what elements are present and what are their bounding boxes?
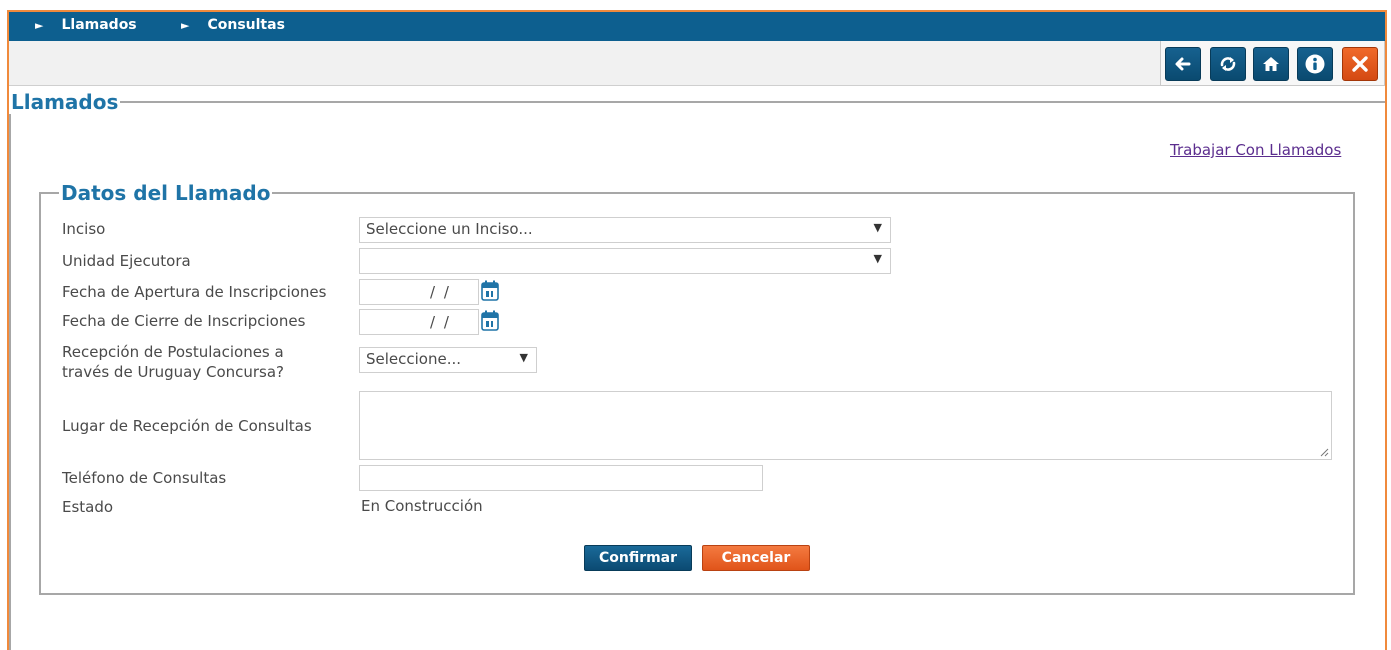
cancelar-button[interactable]: Cancelar bbox=[702, 545, 810, 571]
fecha-apertura-value: / / bbox=[430, 283, 451, 301]
arrow-left-icon bbox=[1175, 57, 1191, 71]
section-title: Llamados bbox=[11, 90, 119, 114]
info-button[interactable] bbox=[1297, 47, 1333, 81]
telefono-label: Teléfono de Consultas bbox=[62, 469, 227, 487]
inciso-value: Seleccione un Inciso... bbox=[366, 220, 533, 238]
chevron-down-icon: ▼ bbox=[873, 221, 882, 234]
datos-del-llamado-fieldset: Datos del Llamado bbox=[39, 181, 1355, 595]
recepcion-label: Recepción de Postulaciones a través de U… bbox=[62, 342, 284, 382]
recepcion-label-line1: Recepción de Postulaciones a bbox=[62, 343, 284, 361]
back-button[interactable] bbox=[1165, 47, 1201, 81]
form-legend: Datos del Llamado bbox=[61, 181, 271, 205]
play-arrow-icon: ► bbox=[181, 19, 190, 32]
fecha-apertura-input[interactable]: / / bbox=[359, 279, 479, 305]
breadcrumb-label: Llamados bbox=[61, 17, 137, 33]
refresh-button[interactable] bbox=[1210, 47, 1246, 81]
fecha-cierre-label: Fecha de Cierre de Inscripciones bbox=[62, 312, 306, 330]
breadcrumb: ► Llamados ► Consultas bbox=[9, 12, 1385, 41]
breadcrumb-item-consultas[interactable]: ► Consultas bbox=[181, 17, 285, 33]
fecha-cierre-value: / / bbox=[430, 313, 451, 331]
inciso-select[interactable]: Seleccione un Inciso... ▼ bbox=[359, 217, 891, 243]
close-icon bbox=[1352, 56, 1368, 72]
estado-value: En Construcción bbox=[361, 497, 483, 515]
unidad-ejecutora-label: Unidad Ejecutora bbox=[62, 252, 191, 270]
resize-handle-icon[interactable] bbox=[1319, 447, 1329, 457]
recepcion-value: Seleccione... bbox=[366, 350, 462, 368]
home-icon bbox=[1263, 57, 1279, 71]
inciso-label: Inciso bbox=[62, 220, 106, 238]
close-button[interactable] bbox=[1342, 47, 1378, 81]
telefono-input[interactable] bbox=[359, 465, 763, 491]
lugar-textarea[interactable] bbox=[359, 391, 1332, 460]
home-button[interactable] bbox=[1253, 47, 1289, 81]
breadcrumb-label: Consultas bbox=[207, 17, 285, 33]
calendar-icon[interactable] bbox=[481, 280, 499, 301]
unidad-ejecutora-select[interactable]: ▼ bbox=[359, 248, 891, 274]
toolbar bbox=[1160, 41, 1385, 86]
lugar-label: Lugar de Recepción de Consultas bbox=[62, 417, 312, 435]
chevron-down-icon: ▼ bbox=[519, 351, 528, 364]
info-icon bbox=[1305, 54, 1325, 74]
play-arrow-icon: ► bbox=[35, 19, 44, 32]
refresh-icon bbox=[1220, 57, 1236, 71]
breadcrumb-item-llamados[interactable]: ► Llamados bbox=[35, 17, 137, 33]
recepcion-select[interactable]: Seleccione... ▼ bbox=[359, 347, 537, 373]
estado-label: Estado bbox=[62, 498, 114, 516]
chevron-down-icon: ▼ bbox=[873, 252, 882, 265]
recepcion-label-line2: través de Uruguay Concursa? bbox=[62, 363, 285, 381]
trabajar-con-llamados-link[interactable]: Trabajar Con Llamados bbox=[1170, 141, 1341, 159]
fecha-apertura-label: Fecha de Apertura de Inscripciones bbox=[62, 283, 327, 301]
fecha-cierre-input[interactable]: / / bbox=[359, 309, 479, 335]
calendar-icon[interactable] bbox=[481, 310, 499, 331]
confirmar-button[interactable]: Confirmar bbox=[584, 545, 692, 571]
